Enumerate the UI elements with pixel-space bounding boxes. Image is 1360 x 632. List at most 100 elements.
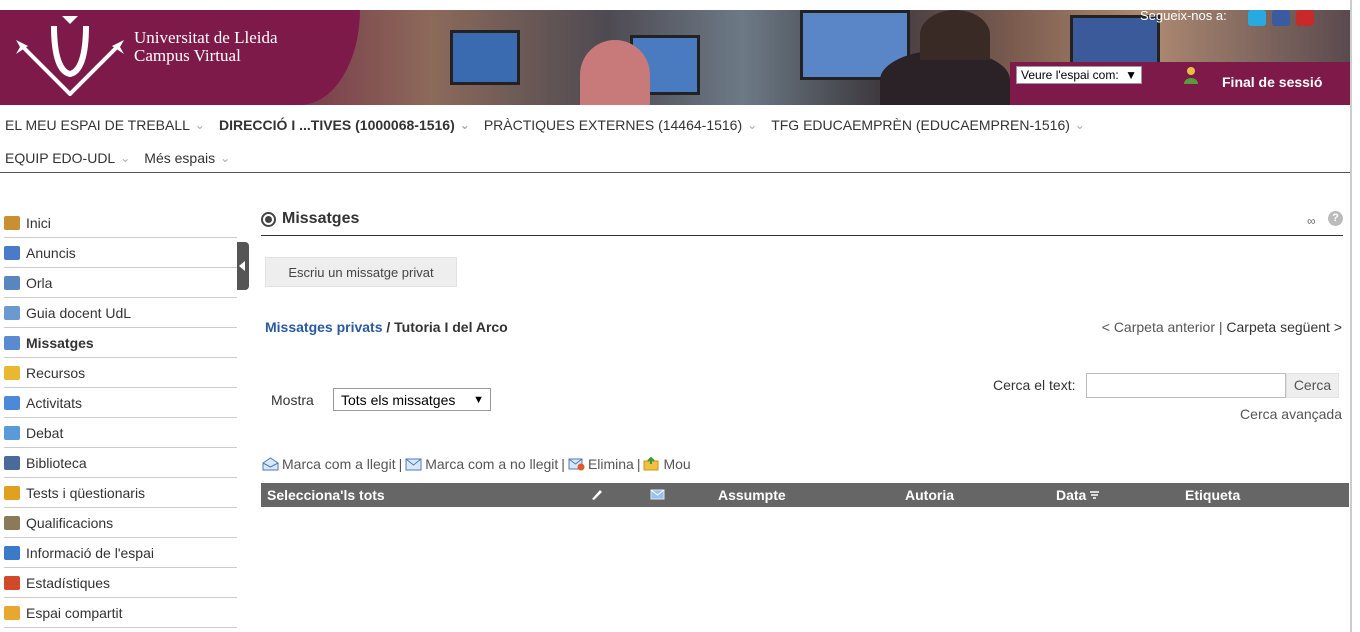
facebook-icon[interactable]	[1272, 10, 1290, 26]
sidebar-item[interactable]: Missatges	[4, 328, 237, 358]
header-photo-monitor	[450, 30, 520, 85]
envelope-icon	[405, 458, 422, 471]
youtube-icon[interactable]	[1296, 10, 1314, 26]
page-title: Missatges	[261, 210, 359, 228]
sidebar-item-label: Inici	[26, 214, 51, 231]
chevron-down-icon: ⌄	[194, 118, 205, 132]
action-separator: |	[636, 456, 641, 472]
breadcrumb-current: Tutoria I del Arco	[394, 319, 508, 335]
mark-read-action[interactable]: Marca com a llegit	[262, 456, 396, 472]
action-separator: |	[398, 456, 403, 472]
title-divider	[261, 235, 1343, 236]
chevron-down-icon: ⌄	[459, 118, 470, 132]
next-folder-link[interactable]: Carpeta següent >	[1226, 319, 1342, 335]
sidebar-item[interactable]: Recursos	[4, 358, 237, 388]
nav-tab-practiques[interactable]: PRÀCTIQUES EXTERNES (14464-1516) ⌄	[484, 117, 757, 133]
breadcrumb: Missatges privats / Tutoria I del Arco	[265, 319, 508, 335]
mark-read-label: Marca com a llegit	[282, 456, 396, 472]
twitter-icon[interactable]	[1248, 10, 1266, 26]
messages-table-header: Selecciona'ls tots Assumpte Autoria Data…	[261, 483, 1349, 507]
info-icon	[4, 545, 20, 560]
nav-tab-equip[interactable]: EQUIP EDO-UDL ⌄	[5, 150, 130, 166]
nav-divider	[0, 172, 1350, 173]
sidebar-item[interactable]: Espai compartit	[4, 598, 237, 628]
sidebar-item[interactable]: Guia docent UdL	[4, 298, 237, 328]
sidebar-item-label: Missatges	[26, 334, 94, 351]
page-title-text: Missatges	[282, 210, 360, 227]
breadcrumb-private-messages-link[interactable]: Missatges privats	[265, 319, 383, 335]
sidebar-item[interactable]: Estadístiques	[4, 568, 237, 598]
date-column-header[interactable]: Data	[1056, 487, 1100, 503]
university-name-line2: Campus Virtual	[134, 46, 241, 65]
move-folder-icon	[643, 457, 659, 471]
move-action[interactable]: Mou	[643, 456, 691, 472]
sidebar-item[interactable]: Tests i qüestionaris	[4, 478, 237, 508]
sidebar-item-label: Tests i qüestionaris	[26, 484, 146, 501]
chevron-down-icon: ⌄	[1074, 118, 1085, 132]
nav-tab-label: EL MEU ESPAI DE TREBALL	[5, 117, 190, 133]
message-actions: Marca com a llegit | Marca com a no lleg…	[262, 456, 691, 472]
nav-tab-direccio[interactable]: DIRECCIÓ I ...TIVES (1000068-1516) ⌄	[219, 117, 470, 133]
subject-column-header[interactable]: Assumpte	[718, 487, 786, 503]
sidebar-item-label: Estadístiques	[26, 574, 111, 591]
spaces-nav-row-2: EQUIP EDO-UDL ⌄ Més espais ⌄	[5, 147, 244, 169]
delete-envelope-icon	[568, 458, 585, 471]
mark-unread-label: Marca com a no llegit	[425, 456, 559, 472]
user-icon	[1184, 67, 1198, 84]
search-button[interactable]: Cerca	[1286, 373, 1339, 398]
sidebar-item-label: Anuncis	[26, 244, 76, 261]
pencil-icon	[4, 485, 20, 500]
nav-tab-more-spaces[interactable]: Més espais ⌄	[144, 150, 230, 166]
grades-icon	[4, 515, 20, 530]
date-column-label: Data	[1056, 487, 1087, 503]
nav-tab-label: TFG EDUCAEMPRÈN (EDUCAEMPREN-1516)	[771, 117, 1070, 133]
university-name-line1: Universitat de Lleida	[134, 28, 278, 47]
udl-logo-icon[interactable]	[14, 16, 126, 96]
announcements-icon	[4, 245, 20, 260]
page-right-edge	[1350, 0, 1360, 632]
sidebar-item-label: Espai compartit	[26, 604, 123, 621]
sidebar-item[interactable]: Anuncis	[4, 238, 237, 268]
messages-icon	[4, 335, 20, 350]
delete-action[interactable]: Elimina	[568, 456, 634, 472]
view-as-select[interactable]: Veure l'espai com: ▼	[1016, 66, 1142, 84]
folder-icon	[4, 365, 20, 380]
guide-icon	[4, 305, 20, 320]
mark-unread-action[interactable]: Marca com a no llegit	[405, 456, 558, 472]
nav-tab-label: DIRECCIÓ I ...TIVES (1000068-1516)	[218, 117, 455, 133]
nav-tab-label: Més espais	[144, 150, 216, 166]
sidebar-item[interactable]: Biblioteca	[4, 448, 237, 478]
author-column-header[interactable]: Autoria	[905, 487, 954, 503]
sidebar-item[interactable]: Informació de l'espai	[4, 538, 237, 568]
nav-tab-tfg[interactable]: TFG EDUCAEMPRÈN (EDUCAEMPREN-1516) ⌄	[771, 117, 1085, 133]
folder-navigation: < Carpeta anterior | Carpeta següent >	[1102, 319, 1342, 335]
search-input[interactable]	[1086, 373, 1286, 398]
chevron-down-icon: ⌄	[747, 118, 758, 132]
attachment-pencil-icon	[592, 490, 602, 500]
tag-column-header[interactable]: Etiqueta	[1185, 487, 1240, 503]
messages-section-icon	[261, 211, 276, 227]
action-separator: |	[561, 456, 565, 472]
show-filter-value: Tots els missatges	[341, 391, 456, 408]
compose-private-message-button[interactable]: Escriu un missatge privat	[265, 257, 457, 287]
view-as-label: Veure l'espai com:	[1021, 68, 1119, 82]
select-all-header[interactable]: Selecciona'ls tots	[267, 487, 385, 503]
collapse-sidebar-button[interactable]	[237, 242, 249, 290]
university-name[interactable]: Universitat de Lleida Campus Virtual	[134, 29, 278, 65]
logout-link[interactable]: Final de sessió	[1222, 74, 1322, 90]
show-filter-select[interactable]: Tots els missatges ▼	[333, 388, 491, 411]
sidebar-item[interactable]: Debat	[4, 418, 237, 448]
sidebar-item[interactable]: Qualificacions	[4, 508, 237, 538]
sidebar-item[interactable]: Inici	[4, 208, 237, 238]
nav-tab-my-workspace[interactable]: EL MEU ESPAI DE TREBALL ⌄	[5, 117, 205, 133]
previous-folder-link[interactable]: < Carpeta anterior	[1102, 319, 1215, 335]
help-icon[interactable]: ?	[1328, 211, 1343, 226]
sidebar-item[interactable]: Orla	[4, 268, 237, 298]
advanced-search-link[interactable]: Cerca avançada	[1240, 406, 1342, 422]
activities-icon	[4, 395, 20, 410]
breadcrumb-separator: /	[382, 319, 395, 335]
open-envelope-icon	[262, 457, 279, 471]
folder-nav-separator: |	[1214, 319, 1227, 335]
sidebar-item[interactable]: Activitats	[4, 388, 237, 418]
link-icon[interactable]: ∞	[1307, 214, 1316, 228]
